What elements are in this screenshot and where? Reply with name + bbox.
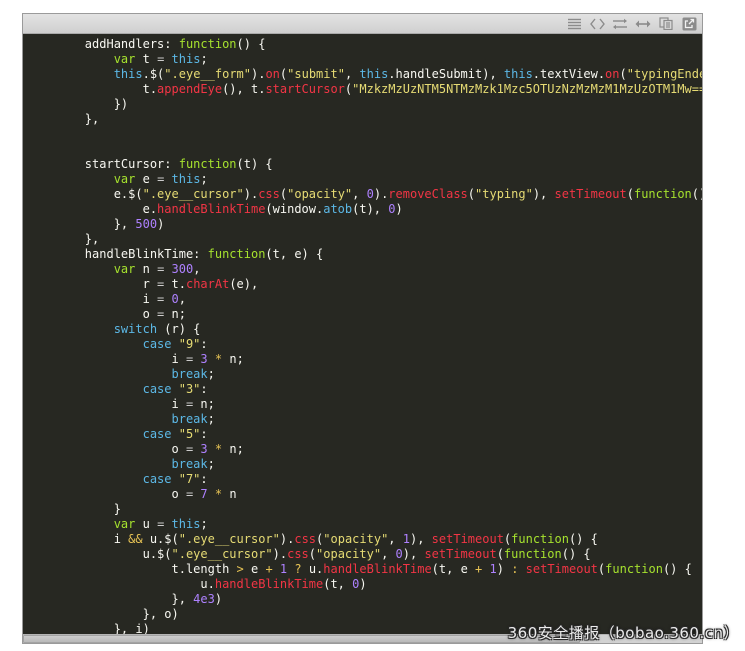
code-embed-widget: addHandlers: function() { var t = this; … [22,13,703,644]
code-line: break; [171,457,215,471]
code-line: i = n; [27,397,215,411]
code-line: r = t.charAt(e), [27,277,259,291]
code-line: case "5": [142,427,208,441]
code-line: } [27,502,121,516]
code-editor[interactable]: addHandlers: function() { var t = this; … [23,34,702,634]
code-lines: addHandlers: function() { var t = this; … [27,37,702,634]
code-line: case "9": [142,337,208,351]
code-line: i = 0, [27,292,186,306]
code-line: t.length > e + 1 ? u.handleBlinkTime(t, … [27,562,692,576]
embed-toolbar [23,14,702,34]
code-line: u.handleBlinkTime(t, 0) [27,577,367,591]
code-line: u.$(".eye__cursor").css("opacity", 0), s… [27,547,591,561]
code-line: }, i) [27,622,150,634]
code-line: }) [27,97,129,111]
code-line: e.$(".eye__cursor").css("opacity", 0).re… [27,187,702,201]
code-line: switch (r) { [113,322,201,336]
code-line: }, 4e3) [27,592,223,606]
code-icon[interactable] [589,17,605,31]
code-line: this.$(".eye__form").on("submit", this.h… [113,67,702,81]
code-line: }, [27,232,100,246]
wrap-lines-icon[interactable] [612,17,628,31]
code-line: i && u.$(".eye__cursor").css("opacity", … [27,532,598,546]
expand-horizontal-icon[interactable] [635,17,651,31]
code-line: break; [171,367,215,381]
code-line: }, 500) [27,217,165,231]
code-line: case "7": [142,472,208,486]
code-line: handleBlinkTime: function(t, e) { [27,247,324,261]
code-line: o = 7 * n [27,487,237,501]
code-line: addHandlers: function() { [27,37,266,51]
code-line: var t = this; [113,52,208,66]
code-line: i = 3 * n; [27,352,244,366]
code-line: startCursor: function(t) { [27,157,273,171]
horizontal-scrollbar-thumb[interactable] [23,635,580,643]
open-external-icon[interactable] [681,17,697,31]
copy-icon[interactable] [658,17,674,31]
horizontal-scrollbar[interactable] [23,634,702,643]
code-line: case "3": [142,382,208,396]
code-line: e.handleBlinkTime(window.atob(t), 0) [27,202,403,216]
code-line: var e = this; [113,172,208,186]
code-line: }, o) [27,607,179,621]
code-line: break; [171,412,215,426]
code-line: var u = this; [113,517,208,531]
menu-icon[interactable] [566,17,582,31]
code-line: o = 3 * n; [27,442,244,456]
code-line: t.appendEye(), t.startCursor("MzkzMzUzNT… [27,82,702,96]
code-line: var n = 300, [113,262,201,276]
code-line: o = n; [27,307,186,321]
code-line: }, [27,112,100,126]
